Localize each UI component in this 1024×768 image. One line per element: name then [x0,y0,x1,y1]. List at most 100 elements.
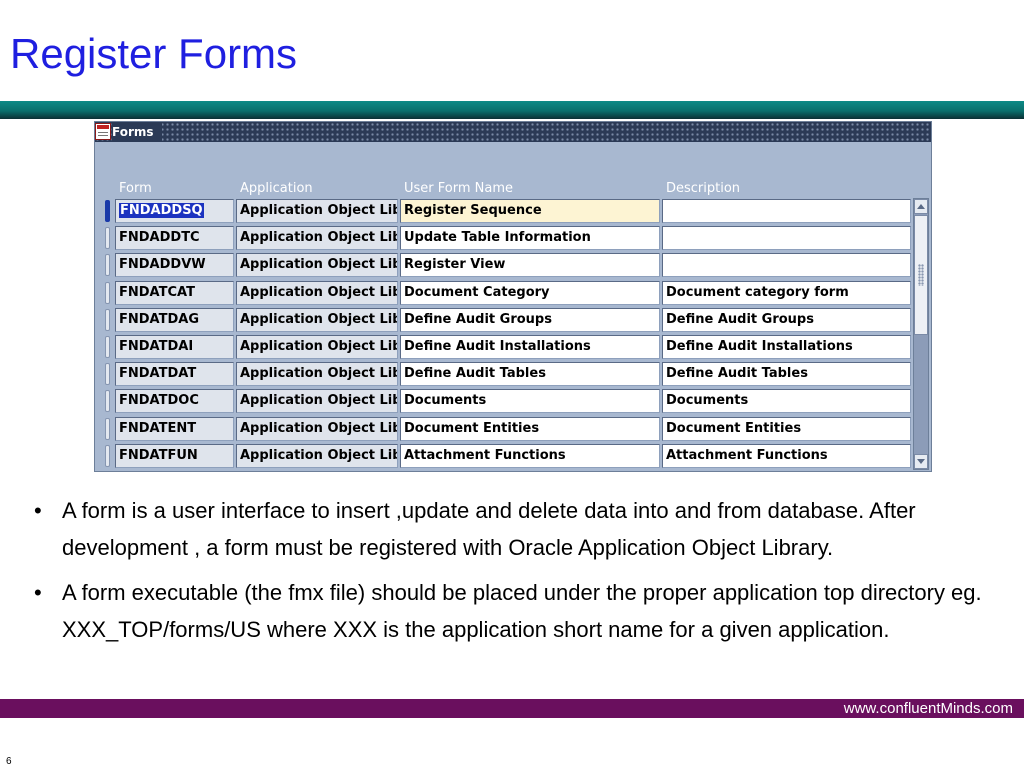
bullet-dot-icon: • [34,580,42,605]
bullet-item: • A form executable (the fmx file) shoul… [34,574,984,648]
cell-description-text: Attachment Functions [666,447,828,463]
cell-user-form-name[interactable]: Documents [400,389,660,414]
cell-application[interactable]: Application Object Library [236,199,398,223]
column-header-application: Application [240,181,313,196]
cell-form[interactable]: FNDATDAT [115,362,234,387]
table-row[interactable]: FNDADDTC Application Object Library Update… [95,226,915,252]
cell-description[interactable]: Define Audit Groups [662,307,911,332]
table-row[interactable]: FNDATDOC Application Object Library Docume… [95,389,915,415]
cell-application[interactable]: Application Object Library [236,443,398,468]
cell-description[interactable]: Document category form [662,280,911,305]
row-selector[interactable] [105,444,110,467]
cell-form[interactable]: FNDATDOC [115,389,234,414]
cell-application-text: Application Object Library [240,257,397,273]
cell-form-text: FNDATDOC [119,393,199,409]
forms-window: Forms Form Application User Form Name De… [94,121,932,472]
cell-user-form-name[interactable]: Document Category [400,280,660,305]
cell-description[interactable] [662,199,911,223]
cell-user-form-name-text: Define Audit Groups [404,311,552,327]
bullet-text: A form executable (the fmx file) should … [62,580,982,642]
cell-description[interactable] [662,253,911,278]
cell-user-form-name[interactable]: Define Audit Tables [400,362,660,387]
table-row[interactable]: FNDATCAT Application Object Library Docume… [95,280,915,307]
cell-form-text: FNDADDTC [119,230,200,246]
cell-application-text: Application Object Library [240,203,397,218]
cell-form-text: FNDATCAT [119,284,195,300]
cell-application[interactable]: Application Object Library [236,416,398,441]
cell-application-text: Application Object Library [240,339,397,354]
row-selector[interactable] [105,200,110,222]
cell-description[interactable]: Documents [662,389,911,414]
cell-form[interactable]: FNDATDAI [115,335,234,359]
cell-application[interactable]: Application Object Library [236,253,398,278]
page-number: 6 [6,756,12,767]
cell-application[interactable]: Application Object Library [236,307,398,332]
cell-application[interactable]: Application Object Library [236,389,398,414]
cell-user-form-name-text: Document Category [404,284,550,300]
oracle-window-icon[interactable] [95,123,111,140]
row-selector[interactable] [105,417,110,440]
cell-application-text: Application Object Library [240,284,397,300]
scroll-up-arrow-icon[interactable] [914,199,928,214]
cell-form[interactable]: FNDATENT [115,416,234,441]
cell-description-text: Define Audit Installations [666,339,853,354]
cell-user-form-name-text: Define Audit Tables [404,366,546,382]
table-row[interactable]: FNDATDAT Application Object Library Define… [95,362,915,388]
cell-description[interactable] [662,226,911,251]
row-selector[interactable] [105,336,110,358]
cell-description[interactable]: Document Entities [662,416,911,441]
table-row[interactable]: FNDATDAG Application Object Library Define… [95,307,915,334]
scrollbar-thumb[interactable] [914,215,928,335]
table-row[interactable]: FNDATENT Application Object Library Docume… [95,416,915,443]
cell-form[interactable]: FNDADDSQ [115,199,234,223]
cell-form-text: FNDADDSQ [119,203,204,218]
cell-user-form-name[interactable]: Document Entities [400,416,660,441]
column-header-user-form-name: User Form Name [404,181,513,196]
cell-user-form-name-text: Register View [404,257,506,273]
cell-user-form-name[interactable]: Define Audit Installations [400,335,660,359]
cell-user-form-name-text: Documents [404,393,487,409]
table-row[interactable]: FNDADDSQ Application Object Library Regist… [95,199,915,225]
row-selector[interactable] [105,390,110,413]
cell-user-form-name-text: Register Sequence [404,203,542,218]
cell-description[interactable]: Define Audit Installations [662,335,911,359]
cell-description[interactable]: Attachment Functions [662,443,911,468]
cell-application[interactable]: Application Object Library [236,226,398,251]
scroll-down-arrow-icon[interactable] [914,454,928,469]
scroll-grip-icon [918,264,924,286]
cell-user-form-name-text: Document Entities [404,420,540,436]
cell-form[interactable]: FNDADDTC [115,226,234,251]
top-decorative-band [0,101,1024,119]
table-row[interactable]: FNDADDVW Application Object Library Regist… [95,253,915,279]
cell-user-form-name-text: Attachment Functions [404,447,566,463]
cell-application-text: Application Object Library [240,230,397,246]
cell-application[interactable]: Application Object Library [236,280,398,305]
cell-application-text: Application Object Library [240,366,397,382]
table-row[interactable]: FNDATFUN Application Object Library Attach… [95,443,915,470]
row-selector[interactable] [105,254,110,277]
cell-form[interactable]: FNDATDAG [115,307,234,332]
cell-form[interactable]: FNDADDVW [115,253,234,278]
cell-user-form-name[interactable]: Register View [400,253,660,278]
cell-application[interactable]: Application Object Library [236,362,398,387]
window-titlebar[interactable]: Forms [95,122,931,142]
cell-form-text: FNDATDAG [119,311,199,327]
row-selector[interactable] [105,308,110,331]
row-selector[interactable] [105,363,110,386]
row-selector[interactable] [105,227,110,250]
table-row[interactable]: FNDATDAI Application Object Library Define… [95,335,915,361]
cell-form-text: FNDADDVW [119,257,206,273]
column-header-description: Description [666,181,741,196]
cell-user-form-name[interactable]: Attachment Functions [400,443,660,468]
bullet-item: • A form is a user interface to insert ,… [34,492,984,566]
cell-form[interactable]: FNDATFUN [115,443,234,468]
cell-application[interactable]: Application Object Library [236,335,398,359]
cell-description[interactable]: Define Audit Tables [662,362,911,387]
vertical-scrollbar[interactable] [913,198,929,470]
cell-form[interactable]: FNDATCAT [115,280,234,305]
cell-user-form-name[interactable]: Update Table Information [400,226,660,251]
cell-user-form-name[interactable]: Register Sequence [400,199,660,223]
bullet-list: • A form is a user interface to insert ,… [34,492,984,656]
cell-user-form-name[interactable]: Define Audit Groups [400,307,660,332]
row-selector[interactable] [105,281,110,304]
